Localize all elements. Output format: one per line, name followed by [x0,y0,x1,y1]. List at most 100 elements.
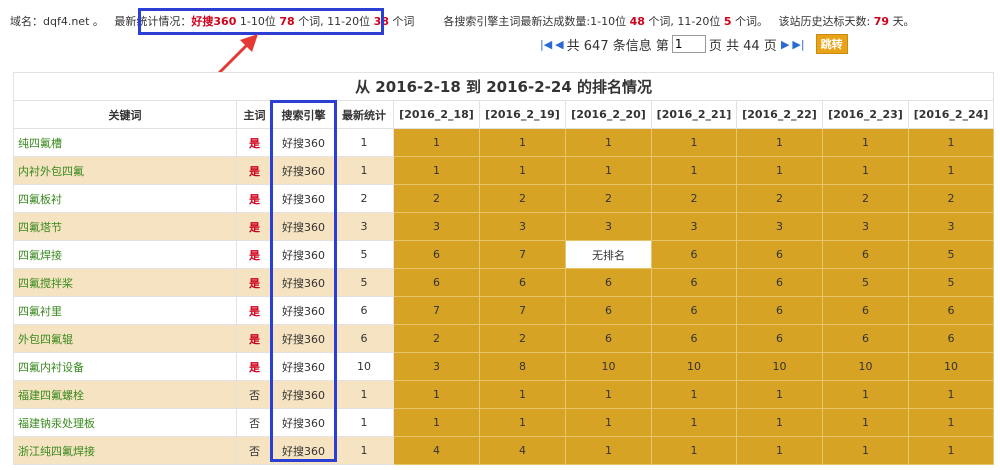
rank-cell: 1 [393,128,480,157]
rank-cell: 2 [479,324,566,353]
rank-cell: 6 [565,296,652,325]
rank-cell: 3 [393,212,480,241]
engine-cell: 好搜360 [272,128,335,157]
keyword-link[interactable]: 福建钠汞处理板 [13,408,237,437]
rank-cell: 1 [479,380,566,409]
table-title: 从 2016-2-18 到 2016-2-24 的排名情况 [12,72,995,101]
rank-cell: 6 [651,296,737,325]
prev-page-icon[interactable]: ◀ [555,38,563,51]
first-page-icon[interactable]: |◀ [540,38,552,51]
rank-cell: 6 [907,296,995,325]
rank-cell: 1 [393,156,480,185]
column-header: 主词 [236,100,273,129]
keyword-link[interactable]: 四氟衬里 [13,296,237,325]
rank-cell: 1 [822,436,909,465]
rank-cell: 1 [565,436,652,465]
column-header: [2016_2_22] [736,100,823,129]
engine-cell: 好搜360 [272,380,335,409]
main-flag: 是 [236,324,273,353]
column-header: [2016_2_19] [479,100,566,129]
rank-cell: 2 [479,184,566,213]
main-label: 各搜索引擎主词最新达成数量:1-10位 [443,15,627,28]
main-flag: 否 [236,380,273,409]
rank-cell: 1 [565,380,652,409]
rank-cell: 无排名 [565,240,652,269]
keyword-link[interactable]: 四氟搅拌桨 [13,268,237,297]
main-flag: 否 [236,436,273,465]
rank-cell: 1 [565,408,652,437]
engine-cell: 好搜360 [272,436,335,465]
rank-cell: 1 [822,156,909,185]
column-header: 搜索引擎 [272,100,335,129]
rank-cell: 6 [393,240,480,269]
table-body: 纯四氟槽是好搜360 1 1 1 1 1 1 1 1 内衬外包四氟是好搜360 1 1 1 1 1 1 1 1 四氟… [13,128,995,465]
column-header: [2016_2_18] [393,100,480,129]
rank-cell: 6 [822,324,909,353]
table-row: 外包四氟辊是好搜360 6 2 2 6 6 6 6 6 [13,324,995,353]
rank-cell: 6 [822,240,909,269]
rank-cell: 1 [907,408,995,437]
keyword-link[interactable]: 浙江纯四氟焊接 [13,436,237,465]
table-row: 福建四氟螺栓否好搜360 1 1 1 1 1 1 1 1 [13,380,995,409]
rank-cell: 1 [479,128,566,157]
engine-cell: 好搜360 [272,268,335,297]
rank-cell: 1 [736,128,823,157]
pager-total: 共 647 条信息 第 [566,38,669,54]
keyword-link[interactable]: 福建四氟螺栓 [13,380,237,409]
column-header: 关键词 [13,100,237,129]
rank-cell: 5 [907,268,995,297]
main-flag: 是 [236,212,273,241]
table-row: 福建钠汞处理板否好搜360 1 1 1 1 1 1 1 1 [13,408,995,437]
latest-rank: 6 [334,296,394,325]
history-label: 该站历史达标天数: [778,15,871,28]
keyword-link[interactable]: 四氟焊接 [13,240,237,269]
rank-cell: 1 [907,128,995,157]
latest-rank: 1 [334,156,394,185]
rank-cell: 1 [736,408,823,437]
page-input[interactable] [671,35,706,53]
rank-cell: 1 [736,380,823,409]
rank-cell: 6 [736,296,823,325]
main-count1: 48 [629,15,645,28]
engine-cell: 好搜360 [272,212,335,241]
rank-cell: 2 [822,184,909,213]
latest-rank: 2 [334,184,394,213]
rank-cell: 1 [393,380,480,409]
rank-cell: 6 [736,324,823,353]
keyword-link[interactable]: 四氟内衬设备 [13,352,237,381]
engine-cell: 好搜360 [272,156,335,185]
column-header: [2016_2_23] [822,100,909,129]
column-header: [2016_2_20] [565,100,652,129]
rank-cell: 1 [565,156,652,185]
rank-cell: 6 [822,296,909,325]
engine-cell: 好搜360 [272,240,335,269]
history-unit: 天。 [892,15,915,28]
keyword-link[interactable]: 外包四氟辊 [13,324,237,353]
last-page-icon[interactable]: ▶| [792,38,804,51]
next-page-icon[interactable]: ▶ [781,38,789,51]
ranking-table: 从 2016-2-18 到 2016-2-24 的排名情况 关键词 主词 搜索引擎最… [12,72,995,465]
keyword-link[interactable]: 四氟板衬 [13,184,237,213]
rank-cell: 4 [393,436,480,465]
keyword-link[interactable]: 内衬外包四氟 [13,156,237,185]
rank-cell: 2 [565,184,652,213]
latest-rank: 6 [334,324,394,353]
rank-cell: 3 [907,212,995,241]
keyword-link[interactable]: 纯四氟槽 [13,128,237,157]
rank-cell: 1 [479,408,566,437]
rank-cell: 1 [822,408,909,437]
rank-cell: 2 [393,184,480,213]
column-header: 最新统计 [334,100,394,129]
jump-button[interactable]: 跳转 [815,34,848,54]
rank-cell: 6 [651,324,737,353]
table-row: 内衬外包四氟是好搜360 1 1 1 1 1 1 1 1 [13,156,995,185]
latest-rank: 1 [334,380,394,409]
engine-cell: 好搜360 [272,324,335,353]
main-flag: 是 [236,128,273,157]
rank-cell: 1 [907,380,995,409]
rank-cell: 1 [822,128,909,157]
rank-cell: 6 [651,268,737,297]
rank-cell: 7 [479,240,566,269]
keyword-link[interactable]: 四氟塔节 [13,212,237,241]
latest-rank: 1 [334,408,394,437]
